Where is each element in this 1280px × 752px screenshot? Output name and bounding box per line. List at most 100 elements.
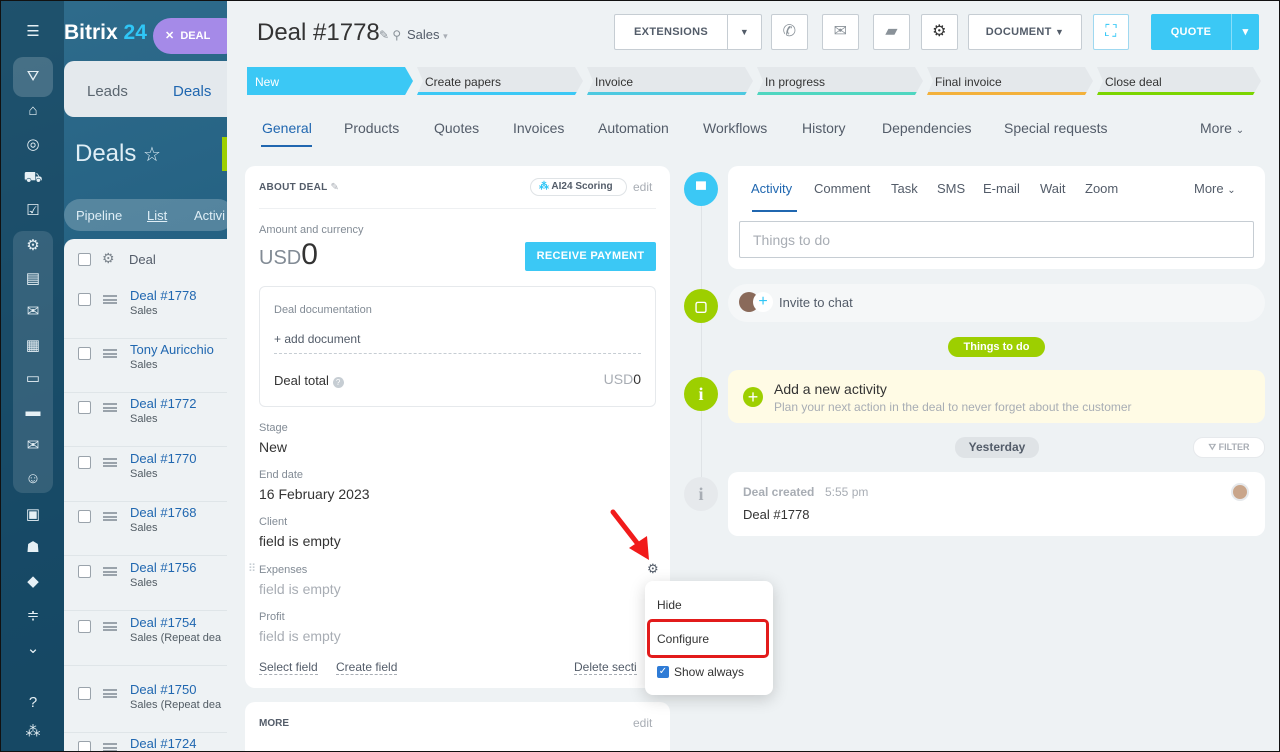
- receive-payment-button[interactable]: RECEIVE PAYMENT: [525, 242, 656, 271]
- checkbox-icon[interactable]: ☑: [23, 202, 43, 220]
- edit-pencil-icon[interactable]: ✎: [330, 182, 339, 193]
- add-circle-icon[interactable]: +: [743, 387, 763, 407]
- stage-item[interactable]: Close deal: [1097, 67, 1261, 95]
- bank-icon[interactable]: ⌂: [23, 102, 43, 120]
- tab-leads[interactable]: Leads: [87, 83, 128, 100]
- scan-icon[interactable]: ⛶: [1093, 14, 1129, 50]
- row-deal-name[interactable]: Deal #1724: [130, 736, 197, 751]
- contact-card-icon[interactable]: ▣: [23, 506, 43, 524]
- row-menu-icon[interactable]: [103, 512, 117, 521]
- tab-dependencies[interactable]: Dependencies: [882, 120, 972, 136]
- envelope-icon[interactable]: ✉: [822, 14, 859, 50]
- row-menu-icon[interactable]: [103, 349, 117, 358]
- edit-link[interactable]: edit: [633, 180, 652, 194]
- menu-item-show-always[interactable]: Show always: [674, 665, 744, 679]
- tab-special-requests[interactable]: Special requests: [1004, 120, 1108, 136]
- chat-icon[interactable]: ✉: [23, 303, 43, 321]
- row-menu-icon[interactable]: [103, 743, 117, 751]
- activity-tab[interactable]: Activity: [751, 181, 792, 196]
- drive-icon[interactable]: ▬: [23, 403, 43, 421]
- tab-products[interactable]: Products: [344, 120, 399, 136]
- quote-button[interactable]: QUOTE ▾: [1151, 14, 1259, 50]
- robot-icon[interactable]: ☗: [23, 539, 43, 557]
- row-deal-name[interactable]: Deal #1750: [130, 682, 197, 697]
- view-pipeline[interactable]: Pipeline: [76, 208, 122, 223]
- row-deal-name[interactable]: Deal #1772: [130, 396, 197, 411]
- stage-item[interactable]: Final invoice: [927, 67, 1093, 95]
- chat-bubble-icon[interactable]: ▰: [873, 14, 910, 50]
- people-icon[interactable]: ☺: [23, 470, 43, 488]
- activity-tab[interactable]: Task: [891, 181, 918, 196]
- phone-icon[interactable]: ✆: [771, 14, 808, 50]
- activity-tab[interactable]: Comment: [814, 181, 870, 196]
- table-row[interactable]: Deal #1778 Sales: [64, 285, 234, 339]
- row-menu-icon[interactable]: [103, 295, 117, 304]
- select-all-checkbox[interactable]: [78, 253, 91, 266]
- select-field-link[interactable]: Select field: [259, 660, 318, 675]
- row-menu-icon[interactable]: [103, 403, 117, 412]
- sliders-icon[interactable]: ≑: [23, 607, 43, 625]
- drag-handle-icon[interactable]: ⠿: [248, 562, 256, 575]
- tab-automation[interactable]: Automation: [598, 120, 669, 136]
- table-row[interactable]: Deal #1768 Sales: [64, 502, 234, 556]
- menu-item-hide[interactable]: Hide: [657, 598, 682, 612]
- tab-invoices[interactable]: Invoices: [513, 120, 564, 136]
- settings-gear-icon[interactable]: ⚙: [102, 250, 115, 267]
- row-menu-icon[interactable]: [103, 567, 117, 576]
- activity-tab[interactable]: Wait: [1040, 181, 1066, 196]
- table-row[interactable]: Deal #1754 Sales (Repeat dea: [64, 612, 234, 666]
- tab-history[interactable]: History: [802, 120, 846, 136]
- filter-button[interactable]: ⛛ FILTER: [1193, 437, 1265, 458]
- menu-item-configure[interactable]: Configure: [657, 632, 709, 646]
- row-checkbox[interactable]: [78, 620, 91, 633]
- document-button[interactable]: DOCUMENT ▼: [968, 14, 1082, 50]
- table-row[interactable]: Deal #1750 Sales (Repeat dea: [64, 679, 234, 733]
- funnel-icon[interactable]: ⛛: [23, 68, 43, 86]
- settings-gear-icon[interactable]: ⚙: [921, 14, 958, 50]
- row-checkbox[interactable]: [78, 565, 91, 578]
- activity-tab-more[interactable]: More ⌄: [1194, 181, 1236, 196]
- structure-icon[interactable]: ⁂: [23, 723, 43, 741]
- row-checkbox[interactable]: [78, 347, 91, 360]
- tab-deals[interactable]: Deals: [173, 83, 211, 100]
- row-menu-icon[interactable]: [103, 458, 117, 467]
- stage-item[interactable]: In progress: [757, 67, 923, 95]
- invite-chat-row[interactable]: + Invite to chat: [728, 284, 1265, 322]
- things-to-do-input[interactable]: Things to do: [739, 221, 1254, 258]
- row-checkbox[interactable]: [78, 401, 91, 414]
- table-row[interactable]: Deal #1770 Sales: [64, 448, 234, 502]
- row-menu-icon[interactable]: [103, 689, 117, 698]
- more-edit-link[interactable]: edit: [633, 716, 652, 730]
- row-deal-name[interactable]: Deal #1768: [130, 505, 197, 520]
- tab-quotes[interactable]: Quotes: [434, 120, 479, 136]
- row-deal-name[interactable]: Deal #1778: [130, 288, 197, 303]
- activity-tab[interactable]: Zoom: [1085, 181, 1118, 196]
- document-icon[interactable]: ▭: [23, 370, 43, 388]
- box-icon[interactable]: ◆: [23, 573, 43, 591]
- mail-icon[interactable]: ✉: [23, 437, 43, 455]
- calendar-icon[interactable]: ▦: [23, 337, 43, 355]
- tab-more[interactable]: More ⌄: [1200, 120, 1244, 136]
- cart-icon[interactable]: ⛟: [23, 169, 43, 187]
- delete-section-link[interactable]: Delete secti: [574, 660, 637, 675]
- row-checkbox[interactable]: [78, 741, 91, 751]
- help-icon[interactable]: ?: [23, 694, 43, 712]
- create-field-link[interactable]: Create field: [336, 660, 398, 675]
- row-checkbox[interactable]: [78, 293, 91, 306]
- ai-scoring-badge[interactable]: ⁂ AI24 Scoring: [530, 178, 627, 196]
- tab-general[interactable]: General: [262, 120, 312, 136]
- category-selector[interactable]: Sales ▾: [407, 27, 448, 42]
- edit-pencil-icon[interactable]: ✎ ⚲: [379, 28, 401, 42]
- row-checkbox[interactable]: [78, 687, 91, 700]
- row-checkbox[interactable]: [78, 456, 91, 469]
- row-menu-icon[interactable]: [103, 622, 117, 631]
- feed-icon[interactable]: ▤: [23, 270, 43, 288]
- row-deal-name[interactable]: Tony Auricchio: [130, 342, 214, 357]
- target-icon[interactable]: ◎: [23, 136, 43, 154]
- row-deal-name[interactable]: Deal #1756: [130, 560, 197, 575]
- nodes-icon[interactable]: ⚙: [23, 237, 43, 255]
- row-checkbox[interactable]: [78, 510, 91, 523]
- row-deal-name[interactable]: Deal #1770: [130, 451, 197, 466]
- menu-icon[interactable]: ☰: [23, 23, 43, 41]
- stage-item[interactable]: Invoice: [587, 67, 753, 95]
